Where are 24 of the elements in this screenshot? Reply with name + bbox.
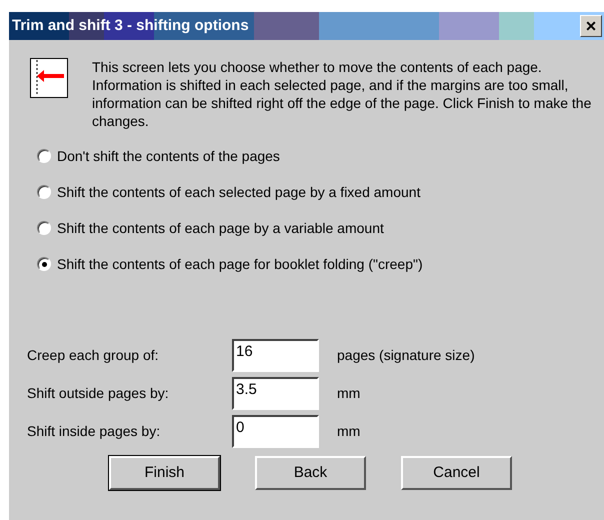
option-label[interactable]: Shift the contents of each page for booklet folding ("creep"): [57, 254, 423, 274]
window-title: Trim and shift 3 - shifting options: [11, 16, 249, 36]
field-label: Creep each group of:: [27, 346, 160, 365]
shift-left-icon: [30, 58, 68, 98]
input-field[interactable]: 16: [232, 338, 319, 372]
close-button[interactable]: ×: [580, 15, 602, 37]
field-label: Shift outside pages by:: [27, 384, 170, 403]
option-label[interactable]: Shift the contents of each selected page by a fixed amount: [57, 182, 420, 202]
radio-button[interactable]: [37, 185, 51, 199]
description-text: This screen lets you choose whether to move the contents of each page. Information is shifted in each selected page, and if the margins are too small, information can be shifted right off the edge of the page. Click Finish to make the changes.: [92, 58, 592, 130]
unit-label: pages (signature size): [337, 346, 475, 365]
radio-button[interactable]: [37, 149, 51, 163]
dialog-button[interactable]: Finish: [109, 456, 220, 490]
option-label[interactable]: Shift the contents of each page by a variable amount: [57, 218, 384, 238]
radio-button[interactable]: [37, 221, 51, 235]
option-label[interactable]: Don't shift the contents of the pages: [57, 146, 280, 166]
unit-label: mm: [337, 384, 360, 402]
dialog-button[interactable]: Cancel: [401, 456, 512, 490]
input-field[interactable]: 3.5: [232, 376, 319, 410]
field-label: Shift inside pages by:: [27, 422, 162, 441]
radio-button[interactable]: [37, 257, 51, 271]
unit-label: mm: [337, 422, 360, 440]
dialog-button[interactable]: Back: [255, 456, 366, 490]
input-field[interactable]: 0: [232, 414, 319, 448]
